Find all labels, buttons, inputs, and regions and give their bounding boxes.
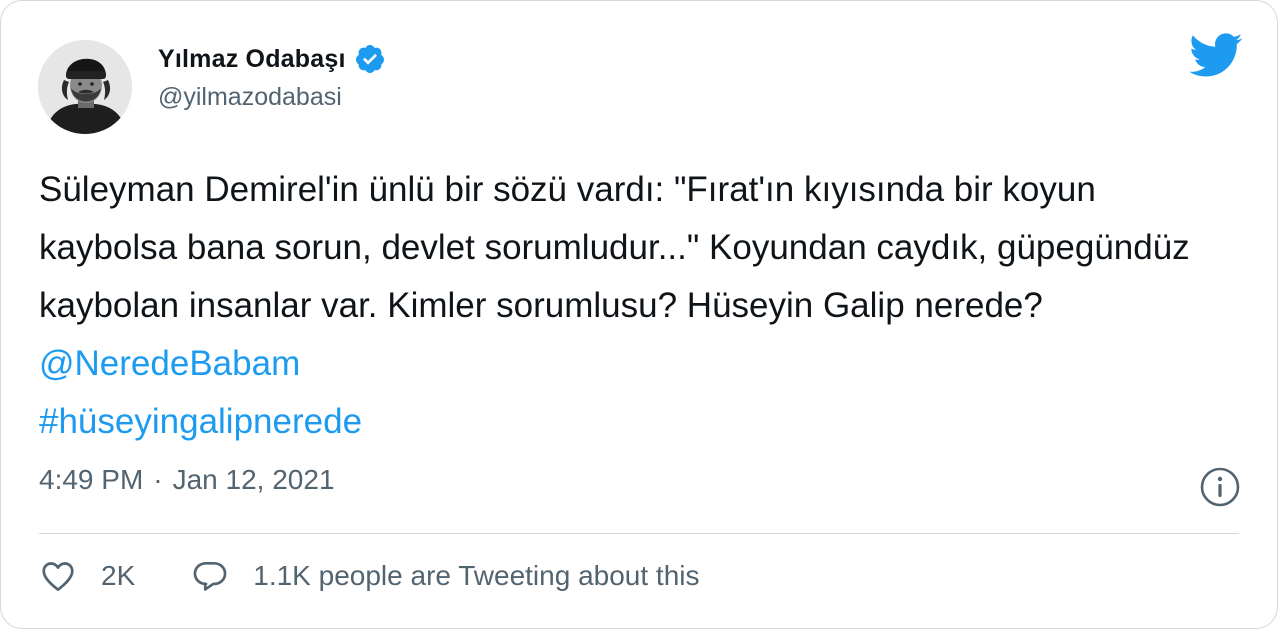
tweet-timestamp[interactable]: 4:49 PM · Jan 12, 2021: [39, 464, 335, 496]
like-button[interactable]: 2K: [39, 557, 135, 595]
tweet-card: Yılmaz Odabaşı @yilmazodabasi Süleyman D…: [0, 0, 1278, 629]
author-name[interactable]: Yılmaz Odabaşı: [158, 45, 346, 74]
tweet-time[interactable]: 4:49 PM: [39, 464, 143, 496]
hashtag-link[interactable]: #hüseyingalipnerede: [39, 402, 362, 441]
meta-separator: ·: [153, 464, 163, 495]
tweet-date[interactable]: Jan 12, 2021: [173, 464, 335, 496]
twitter-bird-icon[interactable]: [1187, 31, 1243, 79]
tweeting-about-text[interactable]: 1.1K people are Tweeting about this: [253, 560, 699, 592]
tweet-body: Süleyman Demirel'in ünlü bir sözü vardı:…: [39, 170, 1190, 325]
action-bar: 2K 1.1K people are Tweeting about this: [39, 557, 700, 595]
mention-link[interactable]: @NeredeBabam: [39, 344, 300, 383]
tweet-text: Süleyman Demirel'in ünlü bir sözü vardı:…: [39, 161, 1239, 451]
author-handle[interactable]: @yilmazodabasi: [158, 83, 342, 112]
heart-icon: [42, 562, 74, 591]
divider: [39, 533, 1239, 534]
like-count: 2K: [101, 560, 136, 591]
author-name-row[interactable]: Yılmaz Odabaşı: [158, 39, 386, 79]
verified-badge-icon: [354, 43, 386, 75]
avatar-photo-icon: [38, 40, 132, 134]
speech-bubble-icon: [193, 561, 227, 591]
author-avatar[interactable]: [38, 40, 132, 134]
info-icon[interactable]: [1199, 466, 1241, 508]
tweeting-about-link[interactable]: 1.1K people are Tweeting about this: [191, 557, 700, 595]
